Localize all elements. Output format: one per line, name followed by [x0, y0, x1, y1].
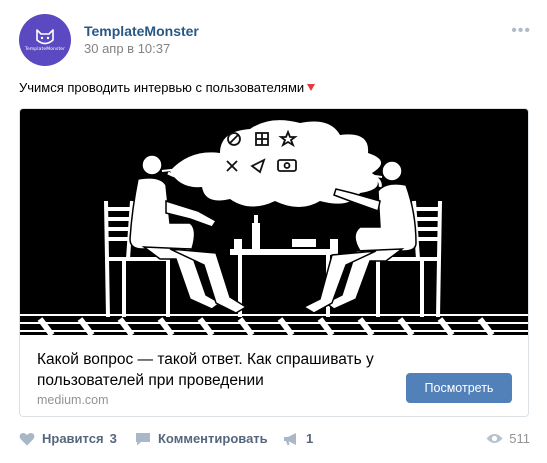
link-card[interactable]: Какой вопрос — такой ответ. Как спрашива… — [19, 108, 529, 417]
heart-icon — [19, 432, 35, 445]
share-button[interactable]: 1 — [283, 431, 313, 446]
share-count: 1 — [306, 431, 314, 446]
comment-label: Комментировать — [158, 431, 268, 446]
card-domain[interactable]: medium.com — [37, 393, 109, 407]
templatemonster-logo-icon — [36, 29, 54, 45]
post-text: Учимся проводить интервью с пользователя… — [19, 80, 316, 95]
interview-illustration — [20, 120, 528, 337]
view-button[interactable]: Посмотреть — [406, 373, 512, 403]
author-name[interactable]: TemplateMonster — [84, 23, 199, 39]
post-date[interactable]: 30 апр в 10:37 — [84, 41, 170, 56]
like-button[interactable]: Нравится 3 — [19, 431, 117, 446]
like-count: 3 — [109, 431, 117, 446]
post-actions: Нравится 3 Комментировать 1 511 — [19, 431, 530, 451]
post: TemplateMonster TemplateMonster 30 апр в… — [0, 0, 547, 463]
eye-icon — [486, 434, 503, 443]
avatar-logo-text: TemplateMonster — [24, 47, 66, 52]
more-dots-icon[interactable]: ••• — [511, 23, 531, 39]
post-text-content: Учимся проводить интервью с пользователя… — [19, 80, 305, 95]
megaphone-icon — [284, 432, 296, 445]
views-counter: 511 — [486, 431, 530, 446]
views-count: 511 — [509, 431, 530, 446]
card-title[interactable]: Какой вопрос — такой ответ. Как спрашива… — [37, 349, 417, 391]
avatar[interactable]: TemplateMonster — [19, 14, 71, 66]
like-label: Нравится — [42, 431, 104, 446]
red-triangle-icon — [307, 84, 316, 91]
comment-icon — [136, 432, 150, 445]
card-image[interactable] — [20, 109, 528, 337]
comment-button[interactable]: Комментировать — [135, 431, 268, 446]
